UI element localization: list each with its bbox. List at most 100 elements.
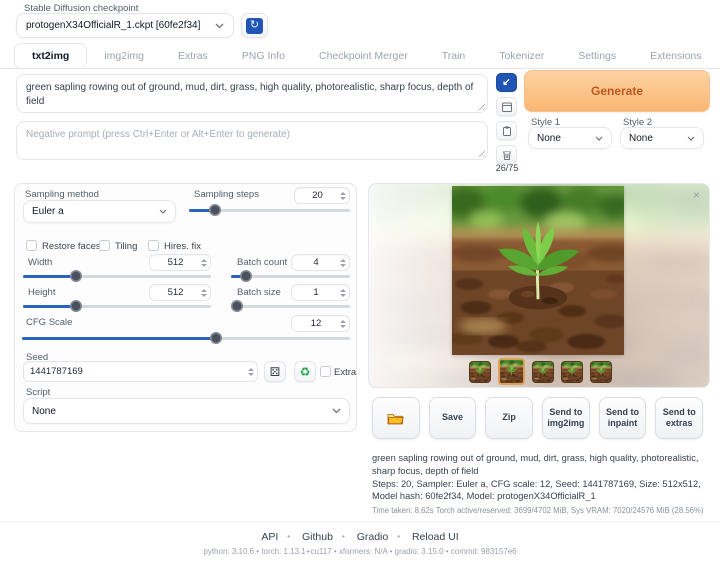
footer-link-api[interactable]: API (261, 531, 278, 543)
close-icon[interactable]: × (693, 189, 700, 201)
separator-dot: • (397, 532, 400, 541)
save-button[interactable]: Save (429, 397, 477, 439)
generate-button[interactable]: Generate (524, 70, 710, 112)
stepper-arrows[interactable] (340, 192, 349, 200)
thumbnail-5[interactable] (590, 361, 612, 383)
send-to-inpaint-button[interactable]: Send to inpaint (599, 397, 647, 439)
separator-dot: • (287, 532, 290, 541)
sampling-steps-input[interactable]: 20 (294, 187, 350, 204)
negative-prompt-input[interactable] (17, 122, 487, 159)
sampling-method-dropdown[interactable]: Euler a (23, 200, 176, 223)
gallery-panel: × (368, 183, 710, 388)
slider-handle[interactable] (210, 332, 222, 344)
generation-info-prompt: green sapling rowing out of ground, mud,… (372, 452, 708, 478)
sampling-steps-slider[interactable] (189, 209, 350, 212)
style2-dropdown[interactable]: None (620, 127, 704, 149)
clear-prompt-button[interactable] (496, 145, 517, 164)
stepper-arrows[interactable] (340, 289, 349, 297)
restore-faces-checkbox[interactable] (26, 240, 37, 251)
batch-count-label: Batch count (237, 257, 287, 268)
sampling-steps-label: Sampling steps (194, 189, 259, 200)
refresh-checkpoint-button[interactable]: ↻ (241, 13, 268, 38)
tab-extras[interactable]: Extras (161, 43, 225, 68)
tab-checkpoint-merger[interactable]: Checkpoint Merger (302, 43, 425, 68)
cfg-scale-input[interactable]: 12 (291, 315, 350, 332)
thumbnail-2-selected[interactable] (498, 358, 525, 385)
paste-params-button[interactable]: ↙ (496, 73, 517, 92)
chevron-down-icon (332, 408, 341, 414)
script-label: Script (26, 387, 50, 398)
folder-icon (387, 412, 404, 425)
tab-png-info[interactable]: PNG Info (225, 43, 302, 68)
stepper-arrows[interactable] (340, 320, 349, 328)
paste-arrow-icon: ↙ (502, 77, 510, 88)
width-input[interactable]: 512 (149, 254, 211, 271)
tab-txt2img[interactable]: txt2img (14, 43, 87, 69)
batch-count-slider[interactable] (231, 275, 350, 278)
gallery-actions: Save Zip Send to img2img Send to inpaint… (372, 397, 703, 439)
open-folder-button[interactable] (372, 397, 420, 439)
app-window: Stable Diffusion checkpoint protogenX34O… (0, 0, 720, 562)
restore-faces-label: Restore faces (42, 241, 101, 252)
hires-fix-checkbox[interactable] (148, 240, 159, 251)
width-slider[interactable] (23, 275, 211, 278)
tab-img2img[interactable]: img2img (87, 43, 161, 68)
tab-settings[interactable]: Settings (561, 43, 633, 68)
thumbnail-3[interactable] (532, 361, 554, 383)
tab-bar: txt2img img2img Extras PNG Info Checkpoi… (0, 43, 720, 69)
generation-info-time: Time taken: 8.62s Torch active/reserved:… (372, 506, 708, 515)
height-input[interactable]: 512 (149, 284, 211, 301)
footer-link-gradio[interactable]: Gradio (357, 531, 389, 543)
settings-panel: Sampling method Euler a Sampling steps 2… (14, 183, 357, 432)
slider-handle[interactable] (240, 270, 252, 282)
stepper-arrows[interactable] (248, 368, 257, 376)
cfg-scale-slider[interactable] (22, 337, 350, 340)
negative-prompt-box (16, 121, 488, 160)
chevron-down-icon (159, 209, 167, 214)
apply-style-button[interactable] (496, 121, 517, 140)
script-dropdown[interactable]: None (23, 398, 350, 424)
slider-handle[interactable] (209, 204, 221, 216)
prompt-input[interactable]: green sapling rowing out of ground, mud,… (17, 75, 487, 112)
style1-dropdown[interactable]: None (528, 127, 612, 149)
stepper-arrows[interactable] (201, 289, 210, 297)
thumbnail-1[interactable] (469, 361, 491, 383)
footer: API• Github• Gradio• Reload UI python: 3… (0, 521, 720, 556)
checkpoint-dropdown[interactable]: protogenX34OfficialR_1.ckpt [60fe2f34] (16, 13, 234, 38)
prompt-box: green sapling rowing out of ground, mud,… (16, 74, 488, 113)
height-slider[interactable] (23, 305, 211, 308)
footer-link-github[interactable]: Github (302, 531, 333, 543)
slider-handle[interactable] (70, 300, 82, 312)
trash-icon (501, 149, 513, 161)
send-to-extras-button[interactable]: Send to extras (655, 397, 703, 439)
seed-input[interactable]: 1441787169 (23, 361, 258, 382)
tiling-checkbox[interactable] (99, 240, 110, 251)
stepper-arrows[interactable] (340, 259, 349, 267)
batch-count-input[interactable]: 4 (291, 254, 350, 271)
slider-handle[interactable] (70, 270, 82, 282)
tiling-label: Tiling (115, 241, 137, 252)
send-to-img2img-button[interactable]: Send to img2img (542, 397, 590, 439)
chevron-down-icon (595, 136, 603, 141)
slider-handle[interactable] (231, 300, 243, 312)
height-label: Height (28, 287, 55, 298)
generated-image[interactable] (452, 186, 624, 355)
tab-extensions[interactable]: Extensions (633, 43, 718, 68)
stepper-arrows[interactable] (201, 259, 210, 267)
thumbnail-4[interactable] (561, 361, 583, 383)
save-style-button[interactable] (496, 97, 517, 116)
generation-info: green sapling rowing out of ground, mud,… (372, 452, 708, 515)
batch-size-slider[interactable] (231, 305, 350, 308)
separator-dot: • (342, 532, 345, 541)
batch-size-input[interactable]: 1 (291, 284, 350, 301)
footer-link-reload-ui[interactable]: Reload UI (412, 531, 459, 543)
chevron-down-icon (215, 23, 224, 29)
dice-icon: ⚄ (270, 365, 280, 379)
zip-button[interactable]: Zip (485, 397, 533, 439)
extra-seed-checkbox[interactable] (320, 366, 331, 377)
extra-seed-label: Extra (334, 367, 356, 378)
random-seed-button[interactable]: ⚄ (264, 361, 286, 382)
tab-tokenizer[interactable]: Tokenizer (482, 43, 561, 68)
reuse-seed-button[interactable]: ♻ (294, 361, 316, 382)
tab-train[interactable]: Train (425, 43, 483, 68)
